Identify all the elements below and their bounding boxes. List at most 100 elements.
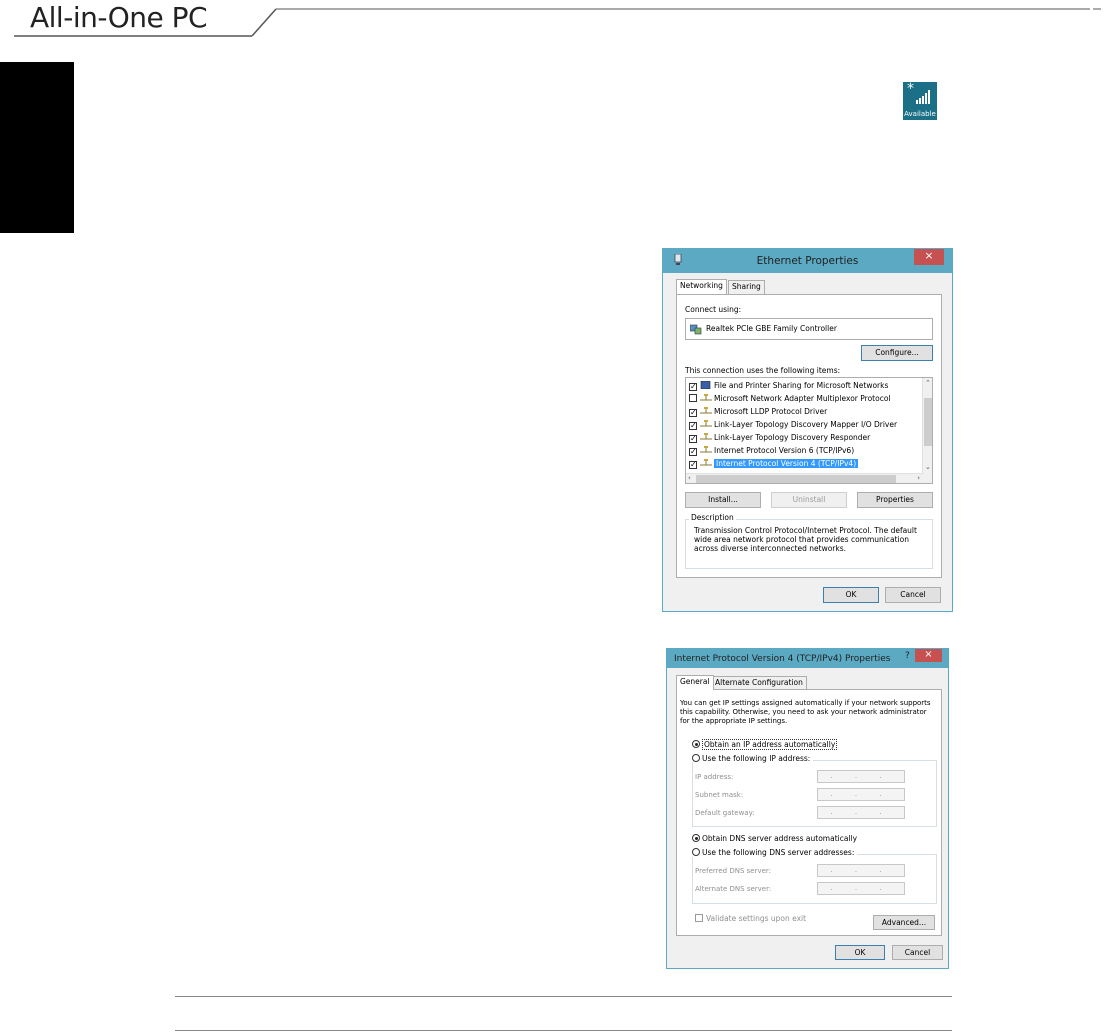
preferred-dns-input[interactable]: . . .: [817, 864, 905, 877]
footer-rule: [175, 1030, 952, 1031]
items-label: This connection uses the following items…: [685, 366, 841, 375]
scroll-right-icon[interactable]: ›: [917, 474, 920, 483]
intro-line: You can get IP settings assigned automat…: [680, 699, 931, 707]
obtain-ip-label: Obtain an IP address automatically: [702, 739, 838, 750]
list-item[interactable]: ✓ Link-Layer Topology Discovery Mapper I/…: [689, 419, 897, 432]
ok-button[interactable]: OK: [823, 587, 879, 603]
alternate-dns-input[interactable]: . . .: [817, 882, 905, 895]
description-label: Description: [689, 513, 736, 522]
items-horizontal-scrollbar[interactable]: ‹ ›: [686, 473, 923, 483]
scroll-left-icon[interactable]: ‹: [688, 474, 691, 483]
scroll-down-icon[interactable]: ⌄: [925, 463, 931, 472]
items-vertical-scrollbar[interactable]: ⌃ ⌄: [922, 378, 932, 483]
obtain-ip-radio[interactable]: Obtain an IP address automatically: [692, 739, 838, 750]
protocol-icon: [700, 420, 712, 427]
list-item-label: Internet Protocol Version 4 (TCP/IPv4): [714, 459, 859, 468]
side-tab: [0, 62, 74, 233]
list-item[interactable]: Microsoft Network Adapter Multiplexor Pr…: [689, 393, 891, 406]
alternate-dns-label: Alternate DNS server:: [695, 885, 772, 893]
checkbox-checked[interactable]: ✓: [689, 448, 697, 456]
use-dns-label: Use the following DNS server addresses:: [702, 848, 855, 857]
ipv4-titlebar[interactable]: Internet Protocol Version 4 (TCP/IPv4) P…: [667, 649, 948, 668]
network-adapter-icon: [690, 324, 702, 335]
configure-button[interactable]: Configure...: [861, 345, 933, 361]
ok-button[interactable]: OK: [835, 945, 885, 960]
use-dns-radio[interactable]: Use the following DNS server addresses:: [692, 848, 858, 857]
obtain-dns-radio[interactable]: Obtain DNS server address automatically: [692, 834, 857, 843]
checkbox-checked[interactable]: ✓: [689, 409, 697, 417]
protocol-icon: [700, 446, 712, 453]
radio-selected[interactable]: [692, 834, 700, 842]
default-gateway-input[interactable]: . . .: [817, 806, 905, 819]
ipv4-properties-dialog: Internet Protocol Version 4 (TCP/IPv4) P…: [666, 648, 949, 969]
advanced-button[interactable]: Advanced...: [873, 915, 935, 930]
list-item[interactable]: ✓ Internet Protocol Version 4 (TCP/IPv4): [689, 458, 859, 471]
description-line: Transmission Control Protocol/Internet P…: [694, 526, 917, 535]
preferred-dns-label: Preferred DNS server:: [695, 867, 772, 875]
obtain-dns-label: Obtain DNS server address automatically: [702, 834, 858, 843]
checkbox-checked[interactable]: ✓: [689, 383, 697, 391]
list-item[interactable]: ✓ Microsoft LLDP Protocol Driver: [689, 406, 827, 419]
radio-unselected[interactable]: [692, 754, 700, 762]
adapter-field: Realtek PCIe GBE Family Controller: [685, 318, 933, 340]
checkbox-checked[interactable]: ✓: [689, 435, 697, 443]
close-icon[interactable]: ×: [915, 649, 942, 662]
tab-networking[interactable]: Networking: [676, 279, 727, 294]
general-panel: You can get IP settings assigned automat…: [676, 689, 942, 936]
dns-group: [692, 854, 937, 904]
scroll-thumb[interactable]: [924, 398, 932, 446]
signal-bars-icon: [916, 90, 930, 104]
close-icon[interactable]: ×: [914, 249, 944, 265]
wireless-star-icon: *: [907, 81, 914, 97]
list-item-label: Microsoft LLDP Protocol Driver: [714, 407, 828, 416]
checkbox-checked[interactable]: ✓: [689, 461, 697, 469]
description-line: wide area network protocol that provides…: [694, 535, 909, 544]
tab-sharing[interactable]: Sharing: [728, 280, 765, 294]
list-item[interactable]: ✓ File and Printer Sharing for Microsoft …: [689, 380, 888, 393]
validate-checkbox[interactable]: Validate settings upon exit: [695, 914, 806, 923]
list-item[interactable]: ✓ Internet Protocol Version 6 (TCP/IPv6): [689, 445, 854, 458]
adapter-name: Realtek PCIe GBE Family Controller: [706, 324, 837, 333]
checkbox-unchecked[interactable]: [689, 394, 697, 402]
scroll-up-icon[interactable]: ⌃: [925, 379, 931, 388]
checkbox-checked[interactable]: ✓: [689, 422, 697, 430]
protocol-icon: [700, 394, 712, 401]
printer-sharing-icon: [700, 381, 711, 389]
ip-address-label: IP address:: [695, 773, 734, 781]
help-icon[interactable]: ?: [905, 651, 910, 661]
uninstall-button[interactable]: Uninstall: [771, 492, 847, 508]
ethernet-titlebar[interactable]: Ethernet Properties ×: [663, 249, 952, 273]
list-item-label: Internet Protocol Version 6 (TCP/IPv6): [714, 446, 855, 455]
cancel-button[interactable]: Cancel: [885, 587, 941, 603]
intro-line: this capability. Otherwise, you need to …: [680, 708, 927, 716]
items-list[interactable]: ✓ File and Printer Sharing for Microsoft …: [685, 377, 933, 484]
radio-selected[interactable]: [692, 740, 700, 748]
tab-alternate-configuration[interactable]: Alternate Configuration: [711, 676, 807, 690]
tab-general[interactable]: General: [676, 675, 714, 690]
properties-button[interactable]: Properties: [857, 492, 933, 508]
intro-line: for the appropriate IP settings.: [680, 717, 788, 725]
list-item[interactable]: ✓ Link-Layer Topology Discovery Responder: [689, 432, 870, 445]
cancel-button[interactable]: Cancel: [892, 945, 943, 960]
use-ip-radio[interactable]: Use the following IP address:: [692, 754, 814, 763]
list-item-label: Microsoft Network Adapter Multiplexor Pr…: [714, 394, 891, 403]
footer-rule: [175, 996, 952, 997]
header-rule: [14, 8, 1101, 37]
connect-using-label: Connect using:: [685, 305, 742, 314]
use-ip-label: Use the following IP address:: [702, 754, 811, 763]
install-button[interactable]: Install...: [685, 492, 761, 508]
checkbox-unchecked[interactable]: [695, 914, 703, 922]
protocol-icon: [700, 459, 712, 466]
scroll-thumb-horizontal[interactable]: [696, 475, 896, 483]
ethernet-properties-dialog: Ethernet Properties × Networking Sharing…: [662, 248, 953, 612]
network-available-tile[interactable]: * Available: [903, 82, 937, 120]
list-item-label: Link-Layer Topology Discovery Responder: [714, 433, 871, 442]
subnet-mask-input[interactable]: . . .: [817, 788, 905, 801]
protocol-icon: [700, 407, 712, 414]
radio-unselected[interactable]: [692, 848, 700, 856]
ethernet-title: Ethernet Properties: [756, 255, 859, 267]
ip-address-input[interactable]: . . .: [817, 770, 905, 783]
ipv4-title: Internet Protocol Version 4 (TCP/IPv4) P…: [674, 654, 891, 664]
networking-panel: Connect using: Realtek PCIe GBE Family C…: [676, 294, 942, 578]
list-item-label: Link-Layer Topology Discovery Mapper I/O…: [714, 420, 898, 429]
